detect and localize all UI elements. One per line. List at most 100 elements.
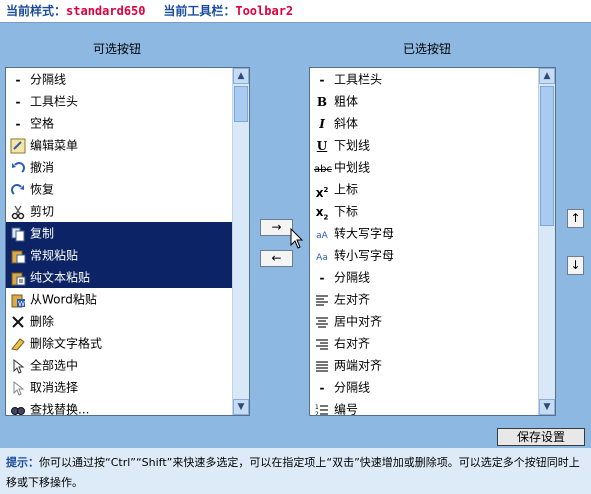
current-style-label: 当前样式： [6, 4, 67, 18]
mouse-cursor-icon [290, 228, 304, 249]
superscript-icon: x2 [315, 185, 329, 200]
list-item-label: 复制 [30, 226, 55, 241]
list-item-label: 两端对齐 [334, 358, 383, 373]
chosen-list-item[interactable]: 1 2 编号 [310, 398, 538, 416]
list-item-label: 删除文字格式 [30, 336, 103, 351]
list-item-label: 转大写字母 [334, 226, 395, 241]
available-list-item[interactable]: 编辑菜单 [6, 134, 232, 156]
scroll-thumb[interactable] [234, 86, 248, 122]
available-list-item[interactable]: - 工具栏头 [6, 90, 232, 112]
scroll-up-icon[interactable]: ▲ [539, 68, 555, 84]
available-list-scrollbar[interactable]: ▲ ▼ [232, 68, 249, 415]
available-list-title: 可选按钮 [92, 42, 141, 56]
list-item-label: 粗体 [334, 94, 359, 109]
copy-icon [10, 226, 26, 242]
chosen-list-item[interactable]: - 分隔线 [310, 376, 538, 398]
paste-text-icon [10, 270, 26, 286]
chosen-list-item[interactable]: 居中对齐 [310, 310, 538, 332]
dash-icon: - [15, 94, 21, 109]
list-item-label: 上标 [334, 182, 359, 197]
list-item-label: 工具栏头 [334, 72, 383, 87]
redo-icon [10, 182, 26, 198]
chosen-list-item[interactable]: - 分隔线 [310, 266, 538, 288]
list-item-label: 中划线 [334, 160, 371, 175]
unselect-icon [10, 380, 26, 396]
svg-text:W: W [18, 300, 25, 308]
list-item-label: 下划线 [334, 138, 371, 153]
tip-text: 你可以通过按“Ctrl”“Shift”来快速多选定，可以在指定项上“双击”快速增… [6, 456, 580, 489]
tip-label: 提示： [6, 456, 39, 469]
list-item-label: 分隔线 [334, 380, 371, 395]
list-item-label: 斜体 [334, 116, 359, 131]
chosen-buttons-list[interactable]: - 工具栏头 B 粗体 I 斜体 U 下划线 abc 中划线 x2 上标 x2 下标 aA 转大写字母 Aa 转小… [309, 67, 556, 416]
scroll-up-icon[interactable]: ▲ [233, 68, 249, 84]
justify-icon [314, 358, 330, 374]
move-down-button[interactable]: ↓ [567, 256, 584, 275]
chosen-list-item[interactable]: x2 上标 [310, 178, 538, 200]
strikethrough-icon: abc [314, 163, 332, 175]
chosen-list-item[interactable]: abc 中划线 [310, 156, 538, 178]
current-style-value: standard650 [66, 4, 146, 18]
tip-panel: 提示：你可以通过按“Ctrl”“Shift”来快速多选定，可以在指定项上“双击”… [0, 448, 591, 494]
available-list-item[interactable]: 纯文本粘贴 [6, 266, 232, 288]
uppercase-icon: aA [316, 230, 328, 241]
chosen-list-item[interactable]: 右对齐 [310, 332, 538, 354]
svg-text:1: 1 [315, 404, 319, 411]
dash-icon: - [319, 270, 325, 285]
list-item-label: 撤消 [30, 160, 55, 175]
list-item-label: 常规粘贴 [30, 248, 79, 263]
available-list-item[interactable]: 取消选择 [6, 376, 232, 398]
available-list-item[interactable]: W 从Word粘贴 [6, 288, 232, 310]
move-up-button[interactable]: ↑ [567, 209, 584, 228]
dash-icon: - [319, 380, 325, 395]
chosen-list-item[interactable]: B 粗体 [310, 90, 538, 112]
chosen-list-item[interactable]: 两端对齐 [310, 354, 538, 376]
available-list-item[interactable]: 查找替换... [6, 398, 232, 415]
list-item-label: 空格 [30, 116, 55, 131]
undo-icon [10, 160, 26, 176]
bold-icon: B [316, 94, 328, 109]
chosen-list-scrollbar[interactable]: ▲ ▼ [538, 68, 555, 415]
save-settings-button[interactable]: 保存设置 [497, 428, 585, 446]
available-list-item[interactable]: 剪切 [6, 200, 232, 222]
list-item-label: 删除 [30, 314, 55, 329]
available-list-item[interactable]: 撤消 [6, 156, 232, 178]
available-list-item[interactable]: 复制 [6, 222, 232, 244]
underline-icon: U [316, 138, 328, 153]
available-list-item[interactable]: 全部选中 [6, 354, 232, 376]
remove-button[interactable]: ← [260, 250, 293, 267]
chosen-list-item[interactable]: I 斜体 [310, 112, 538, 134]
align-center-icon [314, 314, 330, 330]
scroll-down-icon[interactable]: ▼ [539, 399, 555, 415]
list-item-label: 取消选择 [30, 380, 79, 395]
available-list-item[interactable]: - 分隔线 [6, 68, 232, 90]
chosen-list-item[interactable]: aA 转大写字母 [310, 222, 538, 244]
list-item-label: 工具栏头 [30, 94, 79, 109]
list-item-label: 纯文本粘贴 [30, 270, 91, 285]
available-list-item[interactable]: 恢复 [6, 178, 232, 200]
paste-word-icon: W [10, 292, 26, 308]
list-item-label: 下标 [334, 204, 359, 219]
subscript-icon: x2 [315, 204, 329, 221]
scroll-thumb[interactable] [540, 86, 554, 226]
chosen-list-item[interactable]: - 工具栏头 [310, 68, 538, 90]
add-button[interactable]: → [260, 219, 293, 236]
list-item-label: 剪切 [30, 204, 55, 219]
available-list-item[interactable]: 常规粘贴 [6, 244, 232, 266]
available-list-item[interactable]: 删除文字格式 [6, 332, 232, 354]
align-left-icon [314, 292, 330, 308]
scroll-down-icon[interactable]: ▼ [233, 399, 249, 415]
available-list-item[interactable]: - 空格 [6, 112, 232, 134]
edit-menu-icon [10, 138, 26, 154]
remove-format-icon [10, 336, 26, 352]
chosen-list-item[interactable]: Aa 转小写字母 [310, 244, 538, 266]
chosen-list-item[interactable]: U 下划线 [310, 134, 538, 156]
chosen-list-item[interactable]: 左对齐 [310, 288, 538, 310]
chosen-list-title: 已选按钮 [402, 42, 451, 56]
list-item-label: 右对齐 [334, 336, 371, 351]
available-buttons-list[interactable]: - 分隔线 - 工具栏头 - 空格 编辑菜单 撤消 恢复 剪切 复制 常规粘贴 纯文本粘贴 W 从Word粘… [5, 67, 250, 416]
available-list-item[interactable]: 删除 [6, 310, 232, 332]
dash-icon: - [319, 72, 325, 87]
select-all-icon [10, 358, 26, 374]
chosen-list-item[interactable]: x2 下标 [310, 200, 538, 222]
